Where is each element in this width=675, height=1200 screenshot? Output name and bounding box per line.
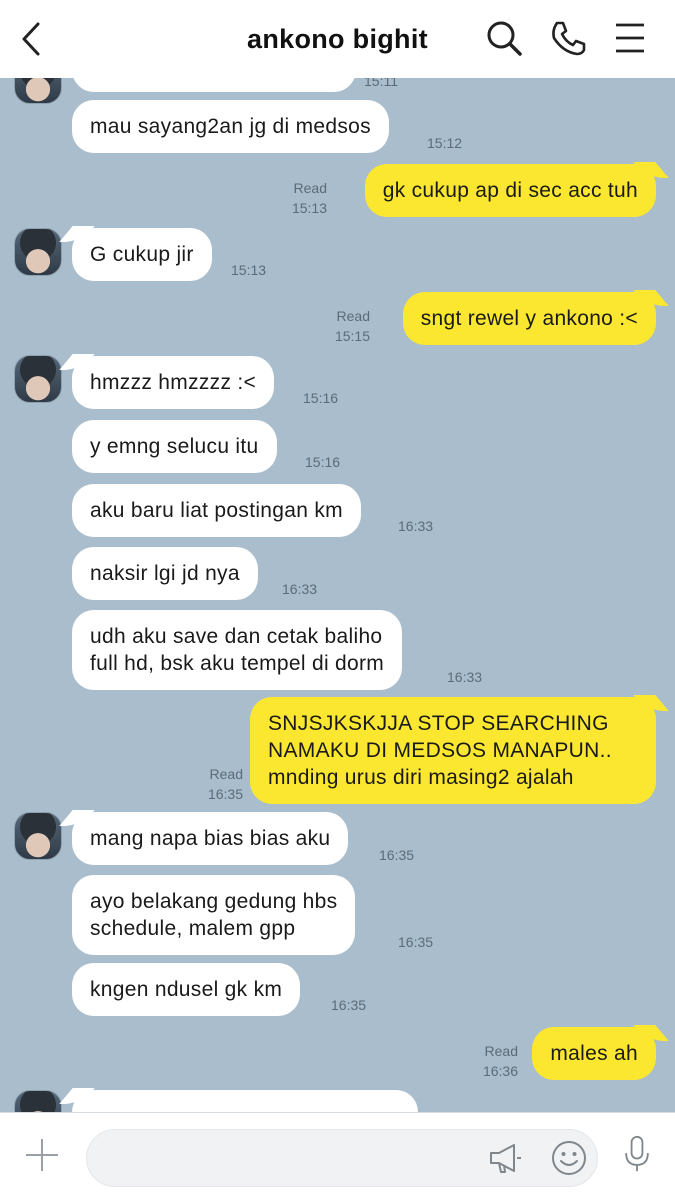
message-meta: Read 16:35 [208,764,243,804]
message-bubble-incoming[interactable]: G cukup jir [72,228,212,281]
message-time: 15:15 [334,328,370,344]
message-bubble-incoming[interactable]: y emng selucu itu [72,420,277,473]
search-icon[interactable] [484,18,524,58]
message-time: 15:12 [427,135,463,151]
message-time: 15:16 [303,390,339,406]
message-meta: Read 15:15 [335,306,370,346]
message-bubble-incoming[interactable] [72,78,356,92]
phone-icon[interactable] [548,18,588,58]
chat-header: ankono bighit [0,0,675,78]
microphone-icon[interactable] [618,1135,656,1173]
message-bubble-incoming[interactable]: kngen ndusel gk km [72,963,301,1016]
message-bubble-incoming[interactable]: naksir lgi jd nya [72,547,258,600]
contact-avatar[interactable] [14,78,62,104]
message-bubble-outgoing[interactable]: males ah [532,1027,656,1080]
message-bubble-incoming[interactable]: hmzzz hmzzzz :< [72,356,275,409]
message-bubble-incoming[interactable] [72,1090,418,1112]
message-bubble-outgoing[interactable]: gk cukup ap di sec acc tuh [364,164,656,217]
contact-avatar[interactable] [14,812,62,860]
message-bubble-incoming[interactable]: udh aku save dan cetak baliho full hd, b… [72,610,403,690]
contact-avatar[interactable] [14,355,62,403]
message-bubble-incoming[interactable]: mau sayang2an jg di medsos [72,100,389,153]
message-bubble-outgoing[interactable]: sngt rewel y ankono :< [402,292,656,345]
smiley-icon[interactable] [550,1139,588,1177]
message-time: 16:35 [207,786,243,802]
message-time: 16:33 [398,518,434,534]
message-time: 16:35 [379,847,415,863]
message-meta: Read 15:13 [292,178,327,218]
read-status: Read [484,1043,518,1059]
read-status: Read [209,766,243,782]
message-bubble-incoming[interactable]: aku baru liat postingan km [72,484,361,537]
plus-icon[interactable] [24,1137,60,1173]
message-time: 16:35 [331,997,367,1013]
contact-avatar[interactable] [14,1090,62,1112]
message-time: 15:11 [364,78,398,89]
read-status: Read [293,180,327,196]
message-time: 15:16 [305,454,341,470]
message-list[interactable]: 15:11 mau sayang2an jg di medsos 15:12 R… [0,78,675,1112]
message-time: 16:35 [398,934,434,950]
read-status: Read [336,308,370,324]
message-bubble-outgoing[interactable]: SNJSJKSKJJA STOP SEARCHING NAMAKU DI MED… [250,697,656,804]
message-time: 15:13 [231,262,267,278]
message-bubble-incoming[interactable]: ayo belakang gedung hbs schedule, malem … [72,875,356,955]
message-time: 16:33 [447,669,483,685]
message-input-bar [0,1112,675,1200]
message-time: 16:33 [282,581,318,597]
menu-icon[interactable] [610,18,650,58]
megaphone-icon[interactable] [486,1139,524,1177]
message-time: 16:36 [482,1063,518,1079]
message-meta: Read 16:36 [483,1041,518,1081]
message-bubble-incoming[interactable]: mang napa bias bias aku [72,812,349,865]
contact-avatar[interactable] [14,228,62,276]
message-time: 15:13 [291,200,327,216]
